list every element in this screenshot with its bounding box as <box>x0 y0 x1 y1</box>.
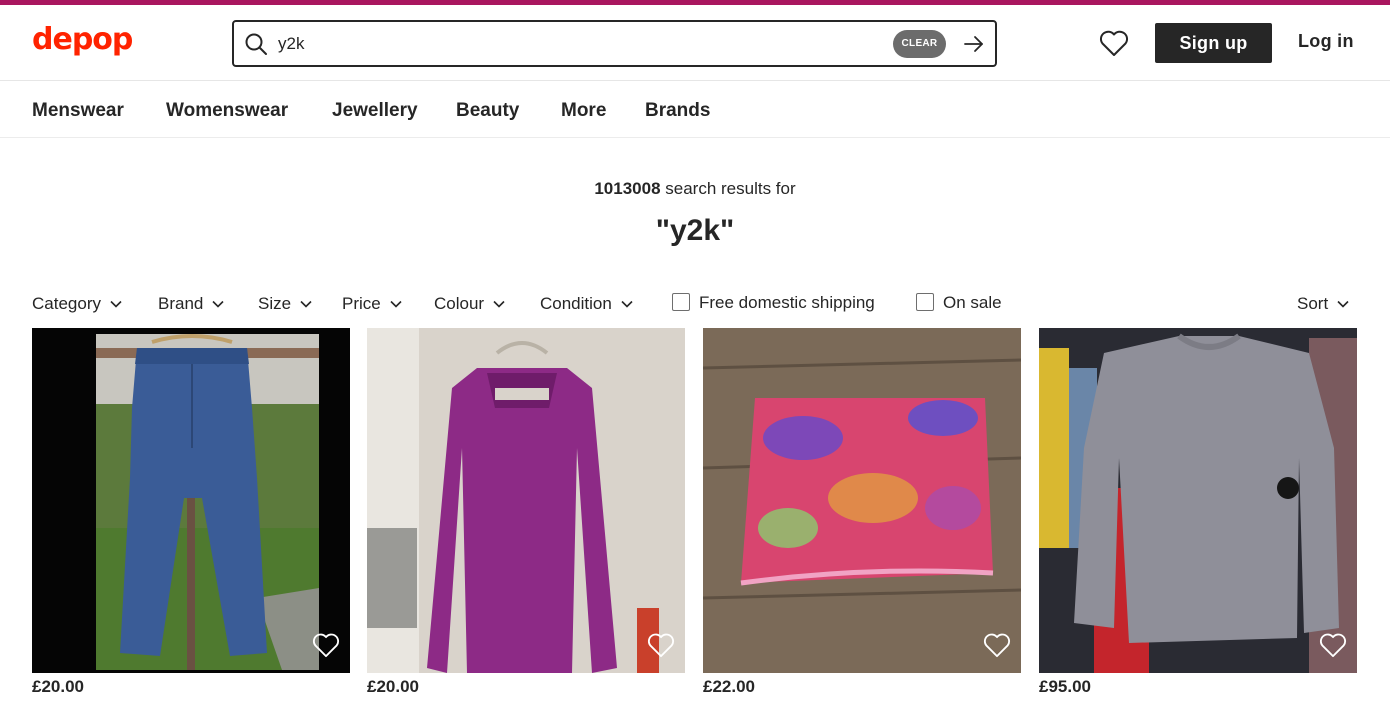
filter-category[interactable]: Category <box>32 294 123 314</box>
product-image-skirt[interactable] <box>703 328 1021 673</box>
search-bar[interactable]: CLEAR <box>232 20 997 67</box>
product-card[interactable] <box>367 328 685 673</box>
filter-colour[interactable]: Colour <box>434 294 506 314</box>
filter-condition[interactable]: Condition <box>540 294 634 314</box>
chevron-down-icon <box>110 300 122 308</box>
search-input[interactable] <box>278 31 878 57</box>
on-sale-checkbox[interactable] <box>916 293 934 311</box>
results-count-number: 1013008 <box>594 179 661 198</box>
chevron-down-icon <box>621 300 633 308</box>
sort-dropdown[interactable]: Sort <box>1297 294 1350 314</box>
clear-search-button[interactable]: CLEAR <box>893 30 946 58</box>
results-query: "y2k" <box>655 214 735 247</box>
filter-label: Condition <box>540 294 612 313</box>
arrow-right-icon[interactable] <box>962 32 986 56</box>
filter-price[interactable]: Price <box>342 294 403 314</box>
free-shipping-label[interactable]: Free domestic shipping <box>699 293 875 313</box>
product-image-dress[interactable] <box>367 328 685 673</box>
product-card[interactable] <box>703 328 1021 673</box>
heart-icon[interactable] <box>647 632 675 658</box>
depop-logo[interactable]: depop <box>32 22 133 57</box>
filter-size[interactable]: Size <box>258 294 313 314</box>
category-nav: Menswear Womenswear Jewellery Beauty Mor… <box>0 82 1390 138</box>
heart-icon[interactable] <box>1319 632 1347 658</box>
chevron-down-icon <box>1337 300 1349 308</box>
product-card[interactable] <box>32 328 350 673</box>
chevron-down-icon <box>493 300 505 308</box>
nav-jewellery[interactable]: Jewellery <box>332 100 418 122</box>
nav-menswear[interactable]: Menswear <box>32 100 124 122</box>
search-icon <box>245 33 267 55</box>
sign-up-button[interactable]: Sign up <box>1155 23 1272 63</box>
filter-label: Colour <box>434 294 485 313</box>
nav-beauty[interactable]: Beauty <box>456 100 519 122</box>
product-image-jeans[interactable] <box>32 328 350 673</box>
chevron-down-icon <box>300 300 312 308</box>
heart-icon[interactable] <box>312 632 340 658</box>
filter-label: Size <box>258 294 292 313</box>
filter-brand[interactable]: Brand <box>158 294 225 314</box>
chevron-down-icon <box>212 300 224 308</box>
results-count-suffix: search results for <box>665 179 796 198</box>
product-price: £20.00 <box>367 677 419 696</box>
filter-label: Price <box>342 294 381 313</box>
free-shipping-checkbox[interactable] <box>672 293 690 311</box>
saved-heart-icon[interactable] <box>1099 29 1129 57</box>
log-in-link[interactable]: Log in <box>1298 31 1354 52</box>
results-count-text: 1013008 search results for <box>0 179 1390 199</box>
on-sale-label[interactable]: On sale <box>943 293 1002 313</box>
heart-icon[interactable] <box>983 632 1011 658</box>
nav-more[interactable]: More <box>561 100 606 122</box>
sort-label: Sort <box>1297 294 1329 313</box>
nav-brands[interactable]: Brands <box>645 100 710 122</box>
product-price: £20.00 <box>32 677 84 696</box>
product-image-jumper[interactable] <box>1039 328 1357 673</box>
chevron-down-icon <box>390 300 402 308</box>
product-card[interactable] <box>1039 328 1357 673</box>
product-price: £22.00 <box>703 677 755 696</box>
site-header: depop CLEAR Sign up Log in <box>0 5 1390 81</box>
nav-womenswear[interactable]: Womenswear <box>166 100 288 122</box>
filter-label: Brand <box>158 294 204 313</box>
filter-label: Category <box>32 294 101 313</box>
product-price: £95.00 <box>1039 677 1091 696</box>
